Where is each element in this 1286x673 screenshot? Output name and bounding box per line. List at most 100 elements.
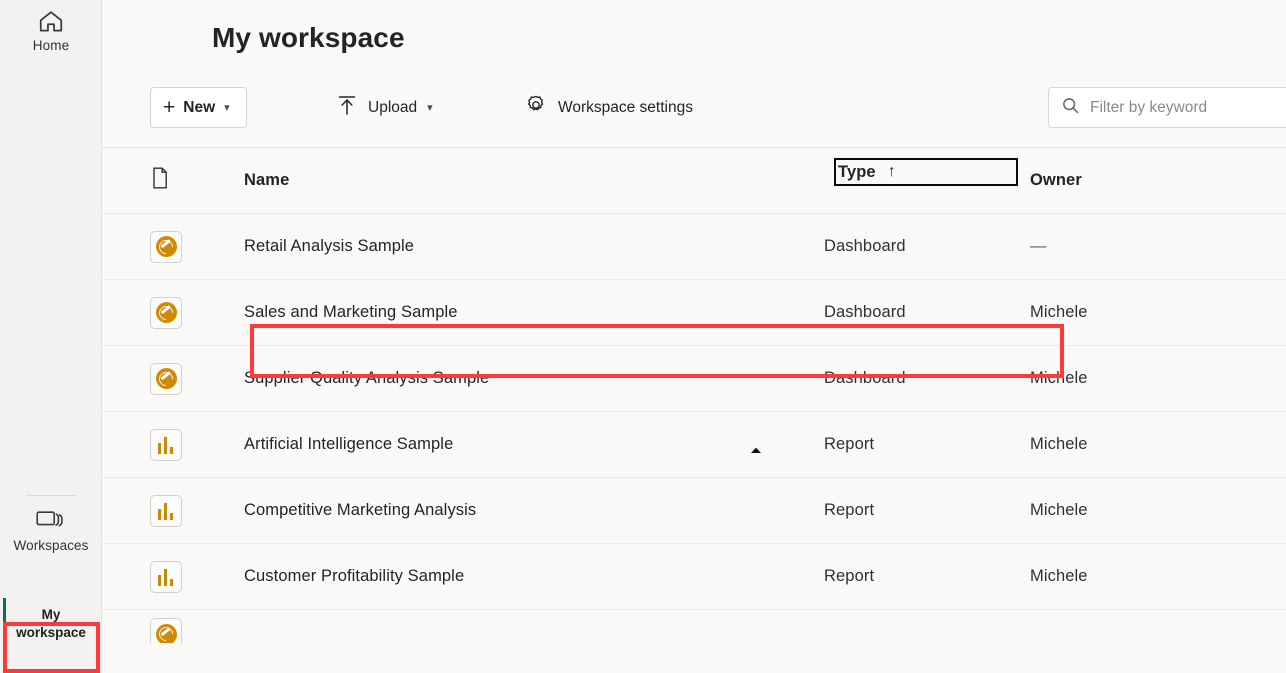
row-owner-cell: Michele [1030,303,1190,322]
row-name-cell: Competitive Marketing Analysis [244,501,814,520]
gauge-glyph [156,236,177,257]
workspace-settings-button-label: Workspace settings [558,99,693,117]
report-icon [150,429,182,461]
row-type: Dashboard [824,369,906,387]
search-input[interactable] [1090,99,1286,117]
plus-icon: + [163,97,175,118]
active-workspace-indicator [3,598,6,673]
row-name: Sales and Marketing Sample [244,303,458,321]
workspaces-icon [0,508,102,538]
column-header-icon [150,166,210,195]
table-header-row: Name Type ↑ Owner Refr [102,148,1286,214]
row-owner: Michele [1030,435,1088,453]
row-type: Dashboard [824,303,906,321]
row-refreshed-cell: 7/27/ [1212,435,1286,454]
row-name: Artificial Intelligence Sample [244,435,453,453]
new-button[interactable]: + New ▾ [150,87,247,128]
gauge-glyph [156,368,177,389]
document-icon [150,166,170,195]
column-header-name-label: Name [244,171,289,189]
table-row[interactable]: Sales and Marketing Sample Dashboard Miche… [102,280,1286,346]
sidebar-item-workspaces[interactable]: Workspaces [0,508,102,554]
new-button-label: New [183,99,215,117]
column-header-type-label: Type [838,163,876,182]
gauge-glyph [156,624,177,644]
row-owner-cell: Michele [1030,567,1190,586]
row-icon-cell [150,231,210,263]
main-content-area: My workspace + New ▾ Upload ▾ [102,0,1286,673]
sidebar-divider [26,495,76,496]
row-type-cell: Dashboard [824,369,1014,388]
row-type: Report [824,501,874,519]
row-icon-cell [150,495,210,527]
search-icon [1061,96,1080,120]
table-row-partial[interactable] [102,610,1286,643]
row-owner-cell: Michele [1030,369,1190,388]
row-name: Retail Analysis Sample [244,237,414,255]
row-type-cell: Report [824,567,1014,586]
row-owner: Michele [1030,369,1088,387]
column-header-owner[interactable]: Owner [1030,171,1190,190]
dashboard-icon [150,297,182,329]
row-name: Supplier Quality Analysis Sample [244,369,489,387]
row-name-cell: Sales and Marketing Sample [244,303,814,322]
row-icon-cell [150,297,210,329]
column-header-refreshed[interactable]: Refr [1212,171,1286,190]
row-owner: Michele [1030,303,1088,321]
filter-search-box[interactable] [1048,87,1286,128]
sidebar-item-home[interactable]: Home [0,8,102,54]
row-name-cell: Supplier Quality Analysis Sample [244,369,814,388]
row-refreshed-cell: — [1212,369,1286,388]
table-body: Retail Analysis SampleDashboard——Sales a… [102,214,1286,610]
sidebar-item-my-workspace-label-line2: workspace [8,624,94,642]
row-owner-cell: Michele [1030,435,1190,454]
sidebar-item-home-label: Home [0,38,102,54]
upload-button[interactable]: Upload ▾ [328,87,441,128]
sidebar-item-my-workspace[interactable]: My workspace [8,606,94,642]
cursor-caret-artifact [750,446,762,454]
row-icon-cell [150,561,210,593]
dashboard-icon [150,618,182,643]
sidebar-item-workspaces-label: Workspaces [0,538,102,554]
table-row[interactable]: Customer Profitability Sample Report Miche… [102,544,1286,610]
column-header-name[interactable]: Name [244,171,814,190]
workspace-items-table: Name Type ↑ Owner Refr Retail Analysis S… [102,148,1286,643]
row-name: Competitive Marketing Analysis [244,501,476,519]
row-icon-cell [150,363,210,395]
power-bi-workspace-page: Home Workspaces My workspace My workspac… [0,0,1286,673]
table-row[interactable]: Artificial Intelligence Sample Report Mich… [102,412,1286,478]
column-header-type[interactable]: Type ↑ [834,158,1018,186]
row-type-cell: Report [824,435,1014,454]
report-icon [150,561,182,593]
gear-icon [524,93,548,122]
table-row[interactable]: Supplier Quality Analysis Sample Dashboar… [102,346,1286,412]
row-owner: — [1030,237,1047,255]
table-row[interactable]: Competitive Marketing Analysis Report Mich… [102,478,1286,544]
row-name-cell: Artificial Intelligence Sample [244,435,814,454]
row-name-cell: Retail Analysis Sample [244,237,814,256]
page-title: My workspace [212,18,405,58]
bar-chart-glyph [156,568,176,586]
table-row[interactable]: Retail Analysis SampleDashboard—— [102,214,1286,280]
upload-arrow-icon [336,93,358,122]
row-name: Customer Profitability Sample [244,567,464,585]
dashboard-icon [150,363,182,395]
sort-ascending-icon: ↑ [888,163,896,181]
row-type-cell: Dashboard [824,237,1014,256]
row-type: Report [824,435,874,453]
column-header-owner-label: Owner [1030,171,1082,189]
workspace-settings-button[interactable]: Workspace settings [516,87,701,128]
row-type: Report [824,567,874,585]
bar-chart-glyph [156,502,176,520]
row-owner-cell: — [1030,237,1190,256]
chevron-down-icon: ▾ [427,101,433,114]
upload-button-label: Upload [368,99,417,117]
row-name-cell: Customer Profitability Sample [244,567,814,586]
row-icon-cell [150,429,210,461]
bar-chart-glyph [156,436,176,454]
row-refreshed-cell: — [1212,303,1286,322]
report-icon [150,495,182,527]
home-icon [0,8,102,38]
row-refreshed-cell: 1/17/ [1212,567,1286,586]
row-owner: Michele [1030,501,1088,519]
